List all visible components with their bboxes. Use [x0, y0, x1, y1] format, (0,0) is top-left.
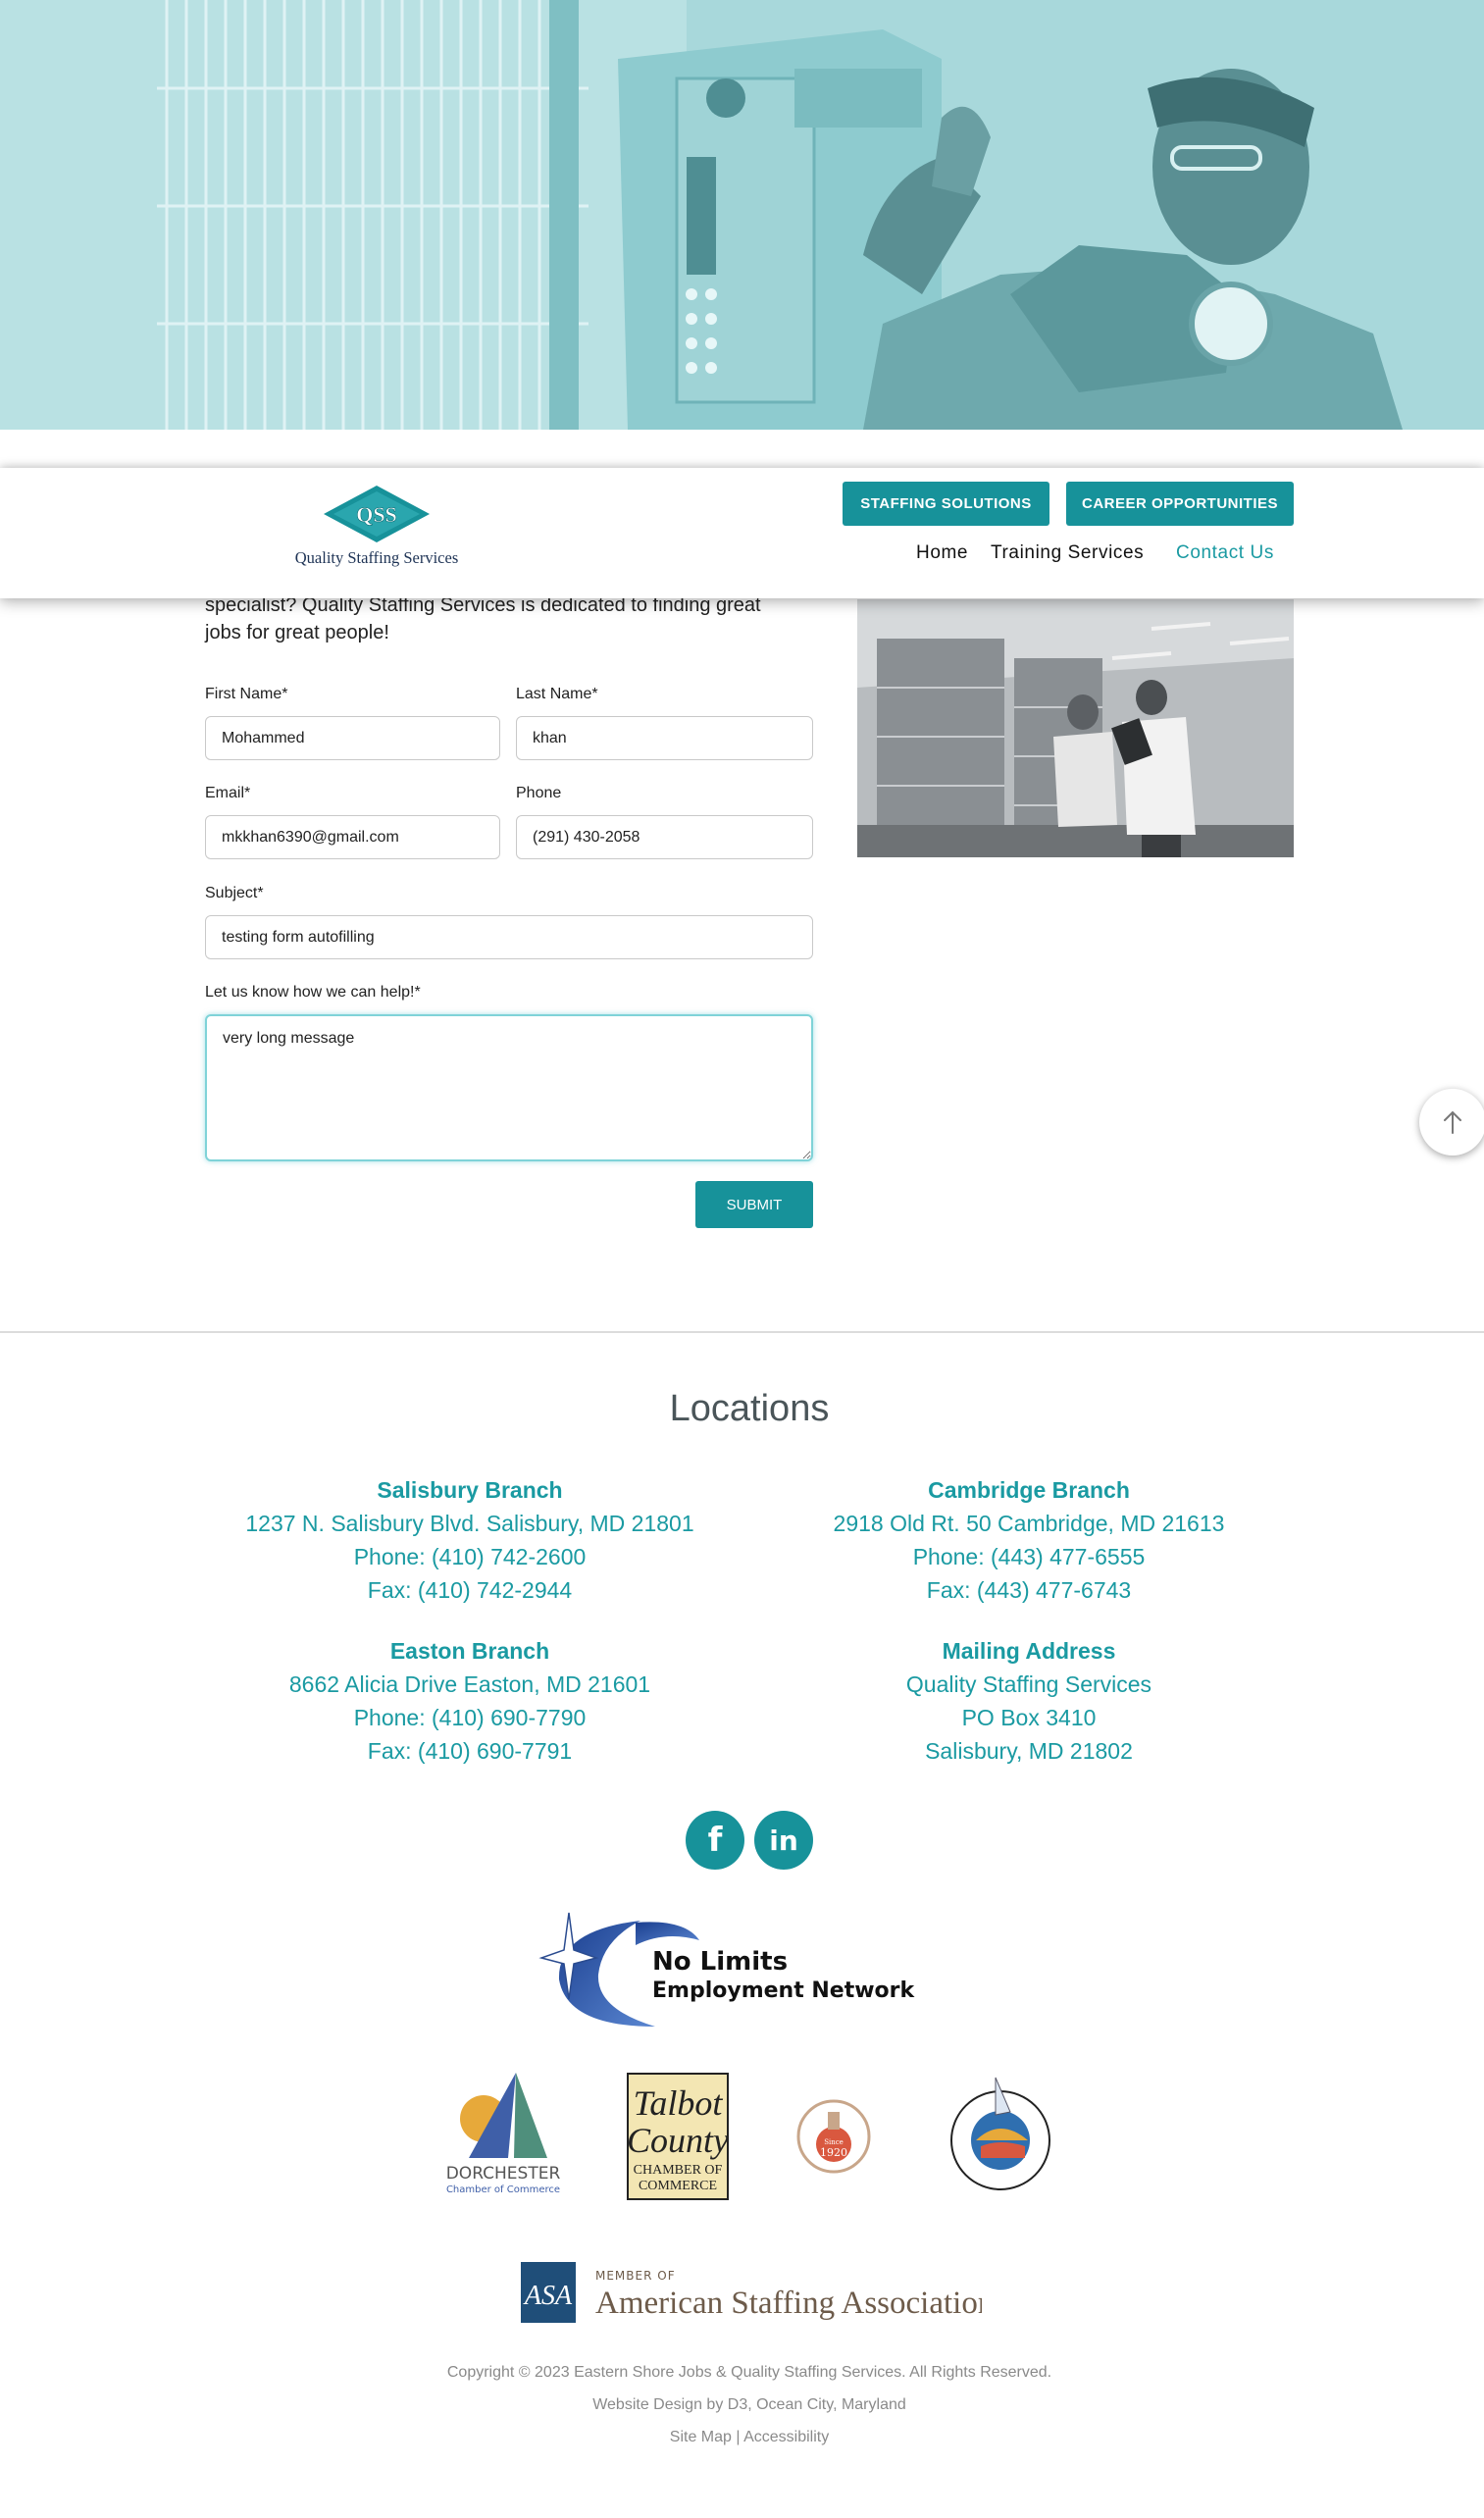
talbot-line2: County	[627, 2121, 729, 2160]
message-textarea[interactable]: very long message	[205, 1014, 813, 1161]
nav-home[interactable]: Home	[916, 542, 968, 564]
arrow-up-icon	[1444, 1110, 1461, 1134]
subject-label: Subject*	[205, 885, 264, 901]
no-limits-line1: No Limits	[652, 1947, 788, 1977]
branch-salisbury: Salisbury Branch 1237 N. Salisbury Blvd.…	[215, 1473, 725, 1607]
last-name-label: Last Name*	[516, 686, 598, 702]
linkedin-icon[interactable]: in	[754, 1811, 813, 1870]
staffing-solutions-button[interactable]: STAFFING SOLUTIONS	[843, 482, 1049, 526]
logo-diamond-icon: QSS	[324, 486, 430, 542]
salisbury-year: 1920	[820, 2146, 847, 2159]
mailing-city: Salisbury, MD 21802	[925, 1738, 1133, 1764]
asa-name: American Staffing Association	[595, 2286, 982, 2321]
talbot-line3: CHAMBER OF	[634, 2163, 723, 2178]
ocean-city-chamber-logo[interactable]	[942, 2068, 1059, 2205]
branch-phone[interactable]: Phone: (410) 742-2600	[215, 1540, 725, 1573]
talbot-line1: Talbot	[634, 2083, 724, 2123]
branch-easton: Easton Branch 8662 Alicia Drive Easton, …	[215, 1634, 725, 1768]
scroll-to-top-button[interactable]	[1419, 1089, 1484, 1156]
branch-fax: Fax: (410) 742-2944	[367, 1577, 573, 1603]
no-limits-line2: Employment Network	[652, 1978, 916, 2003]
phone-label: Phone	[516, 785, 562, 801]
dorchester-chamber-logo[interactable]: DORCHESTER Chamber of Commerce	[439, 2068, 567, 2205]
locations-title: Locations	[669, 1388, 830, 1429]
nav-contact-us[interactable]: Contact Us	[1176, 542, 1274, 564]
copyright-text: Copyright © 2023 Eastern Shore Jobs & Qu…	[446, 2364, 1052, 2381]
phone-input[interactable]	[516, 815, 813, 859]
logo-text: Quality Staffing Services	[294, 548, 459, 567]
talbot-line4: COMMERCE	[639, 2179, 717, 2193]
no-limits-employment-network-logo[interactable]: No Limits Employment Network	[537, 1911, 969, 2029]
branch-cambridge: Cambridge Branch 2918 Old Rt. 50 Cambrid…	[774, 1473, 1284, 1607]
subject-input[interactable]	[205, 915, 813, 959]
mailing-company: Quality Staffing Services	[905, 1671, 1152, 1697]
branch-phone[interactable]: Phone: (410) 690-7790	[215, 1701, 725, 1734]
message-label: Let us know how we can help!*	[205, 984, 421, 1001]
dorchester-line2: Chamber of Commerce	[446, 2184, 560, 2195]
hero-image	[0, 0, 1484, 430]
career-opportunities-button[interactable]: CAREER OPPORTUNITIES	[1066, 482, 1294, 526]
site-header: QSS Quality Staffing Services STAFFING S…	[0, 468, 1484, 598]
branch-address: 2918 Old Rt. 50 Cambridge, MD 21613	[833, 1511, 1225, 1536]
submit-button[interactable]: SUBMIT	[695, 1181, 813, 1228]
branch-name: Salisbury Branch	[377, 1477, 563, 1503]
facebook-icon[interactable]: f	[686, 1811, 744, 1870]
website-design-credit[interactable]: Website Design by D3, Ocean City, Maryla…	[0, 2396, 1484, 2414]
branch-phone[interactable]: Phone: (443) 477-6555	[774, 1540, 1284, 1573]
nav-training-services[interactable]: Training Services	[991, 542, 1144, 564]
section-divider	[0, 1331, 1484, 1333]
footer-links[interactable]: Site Map | Accessibility	[0, 2429, 1484, 2446]
branch-name: Easton Branch	[389, 1638, 550, 1664]
branch-address: 8662 Alicia Drive Easton, MD 21601	[288, 1671, 651, 1697]
logo-mark-text: QSS	[356, 502, 397, 527]
american-staffing-association-logo[interactable]: ASA MEMBER OF American Staffing Associat…	[521, 2260, 994, 2329]
talbot-county-chamber-logo[interactable]: Talbot County CHAMBER OF COMMERCE	[626, 2068, 730, 2205]
branch-fax: Fax: (443) 477-6743	[926, 1577, 1132, 1603]
salisbury-since: Since	[824, 2138, 844, 2146]
last-name-input[interactable]	[516, 716, 813, 760]
asa-mark: ASA	[523, 2281, 573, 2311]
mailing-po-box: PO Box 3410	[961, 1705, 1097, 1730]
first-name-input[interactable]	[205, 716, 500, 760]
form-intro-line2: jobs for great people!	[205, 622, 389, 643]
warehouse-photo	[857, 599, 1294, 857]
branch-address: 1237 N. Salisbury Blvd. Salisbury, MD 21…	[245, 1511, 694, 1536]
asa-member-of: MEMBER OF	[595, 2269, 676, 2283]
mailing-address-title: Mailing Address	[942, 1638, 1116, 1664]
form-intro: specialist? Quality Staffing Services is…	[205, 591, 823, 646]
email-label: Email*	[205, 785, 251, 801]
mailing-address: Mailing Address Quality Staffing Service…	[774, 1634, 1284, 1768]
dorchester-line1: DORCHESTER	[446, 2164, 561, 2184]
branch-fax: Fax: (410) 690-7791	[367, 1738, 573, 1764]
first-name-label: First Name*	[205, 686, 288, 702]
site-logo[interactable]: QSS Quality Staffing Services	[281, 482, 473, 580]
branch-name: Cambridge Branch	[928, 1477, 1130, 1503]
email-input[interactable]	[205, 815, 500, 859]
salisbury-area-chamber-logo[interactable]: Since 1920	[794, 2068, 873, 2205]
